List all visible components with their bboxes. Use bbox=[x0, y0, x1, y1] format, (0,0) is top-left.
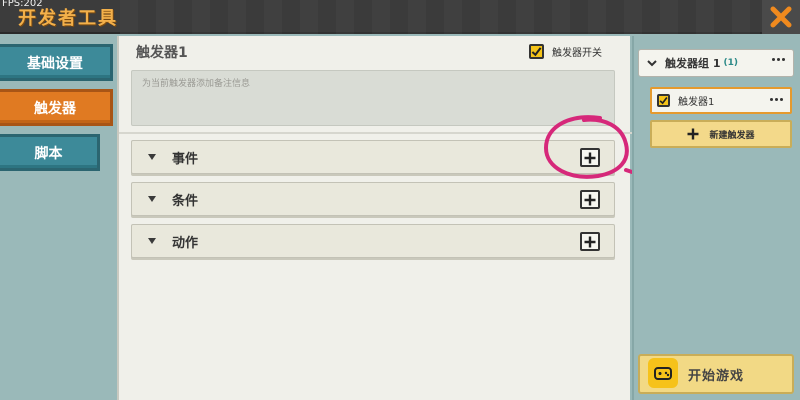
trigger-note-box[interactable] bbox=[131, 70, 615, 126]
title-bar: FPS:202 开发者工具 bbox=[0, 0, 800, 34]
nav-item-label: 脚本 bbox=[34, 145, 63, 162]
app-title: 开发者工具 bbox=[18, 8, 118, 29]
close-button[interactable] bbox=[762, 0, 800, 34]
trigger-group-count: (1) bbox=[723, 58, 738, 68]
plus-icon bbox=[584, 194, 596, 205]
close-icon bbox=[770, 6, 792, 28]
section-label: 条件 bbox=[172, 193, 199, 209]
caret-down-icon bbox=[148, 238, 156, 244]
trigger-groups-panel: 触发器组 1 (1) 触发器1 新建触发器 开始游戏 bbox=[632, 36, 800, 400]
new-trigger-label: 新建触发器 bbox=[709, 130, 755, 141]
add-condition-button[interactable] bbox=[580, 190, 600, 209]
trigger-note-input[interactable] bbox=[132, 73, 614, 95]
checkmark-icon bbox=[531, 47, 542, 57]
plus-icon bbox=[584, 152, 596, 163]
gamepad-watermark-icon bbox=[648, 358, 678, 388]
title-bar-pattern bbox=[120, 0, 760, 34]
nav-item-label: 触发器 bbox=[34, 100, 76, 117]
section-label: 动作 bbox=[172, 235, 199, 251]
trigger-item-checkbox[interactable] bbox=[657, 94, 670, 107]
trigger-switch-checkbox[interactable] bbox=[529, 44, 544, 59]
more-options-icon[interactable] bbox=[770, 98, 783, 101]
section-conditions[interactable]: 条件 bbox=[131, 182, 615, 216]
nav-item-basic-settings[interactable]: 基础设置 bbox=[0, 44, 113, 81]
new-trigger-button[interactable]: 新建触发器 bbox=[650, 120, 792, 148]
nav-item-script[interactable]: 脚本 bbox=[0, 134, 100, 171]
trigger-list-item[interactable]: 触发器1 bbox=[650, 87, 792, 114]
trigger-switch[interactable]: 触发器开关 bbox=[529, 44, 602, 59]
add-action-button[interactable] bbox=[580, 232, 600, 251]
start-game-label: 开始游戏 bbox=[687, 368, 744, 384]
add-event-button[interactable] bbox=[580, 148, 600, 167]
caret-down-icon bbox=[148, 154, 156, 160]
plus-icon bbox=[584, 236, 596, 247]
trigger-switch-label: 触发器开关 bbox=[552, 48, 602, 59]
section-events[interactable]: 事件 bbox=[131, 140, 615, 174]
trigger-editor-panel: 触发器1 触发器开关 事件 条件 动作 bbox=[117, 36, 632, 400]
chevron-down-icon bbox=[647, 60, 657, 67]
trigger-item-label: 触发器1 bbox=[678, 97, 715, 108]
caret-down-icon bbox=[148, 196, 156, 202]
trigger-title: 触发器1 bbox=[136, 45, 188, 61]
section-actions[interactable]: 动作 bbox=[131, 224, 615, 258]
panel-divider bbox=[119, 132, 632, 134]
plus-icon bbox=[687, 128, 699, 140]
nav-item-triggers[interactable]: 触发器 bbox=[0, 89, 113, 126]
nav-item-label: 基础设置 bbox=[27, 55, 83, 72]
trigger-group-header[interactable]: 触发器组 1 (1) bbox=[638, 49, 794, 77]
checkmark-icon bbox=[659, 97, 668, 105]
more-options-icon[interactable] bbox=[772, 58, 785, 61]
trigger-group-label: 触发器组 1 bbox=[665, 57, 721, 70]
section-label: 事件 bbox=[172, 151, 199, 167]
